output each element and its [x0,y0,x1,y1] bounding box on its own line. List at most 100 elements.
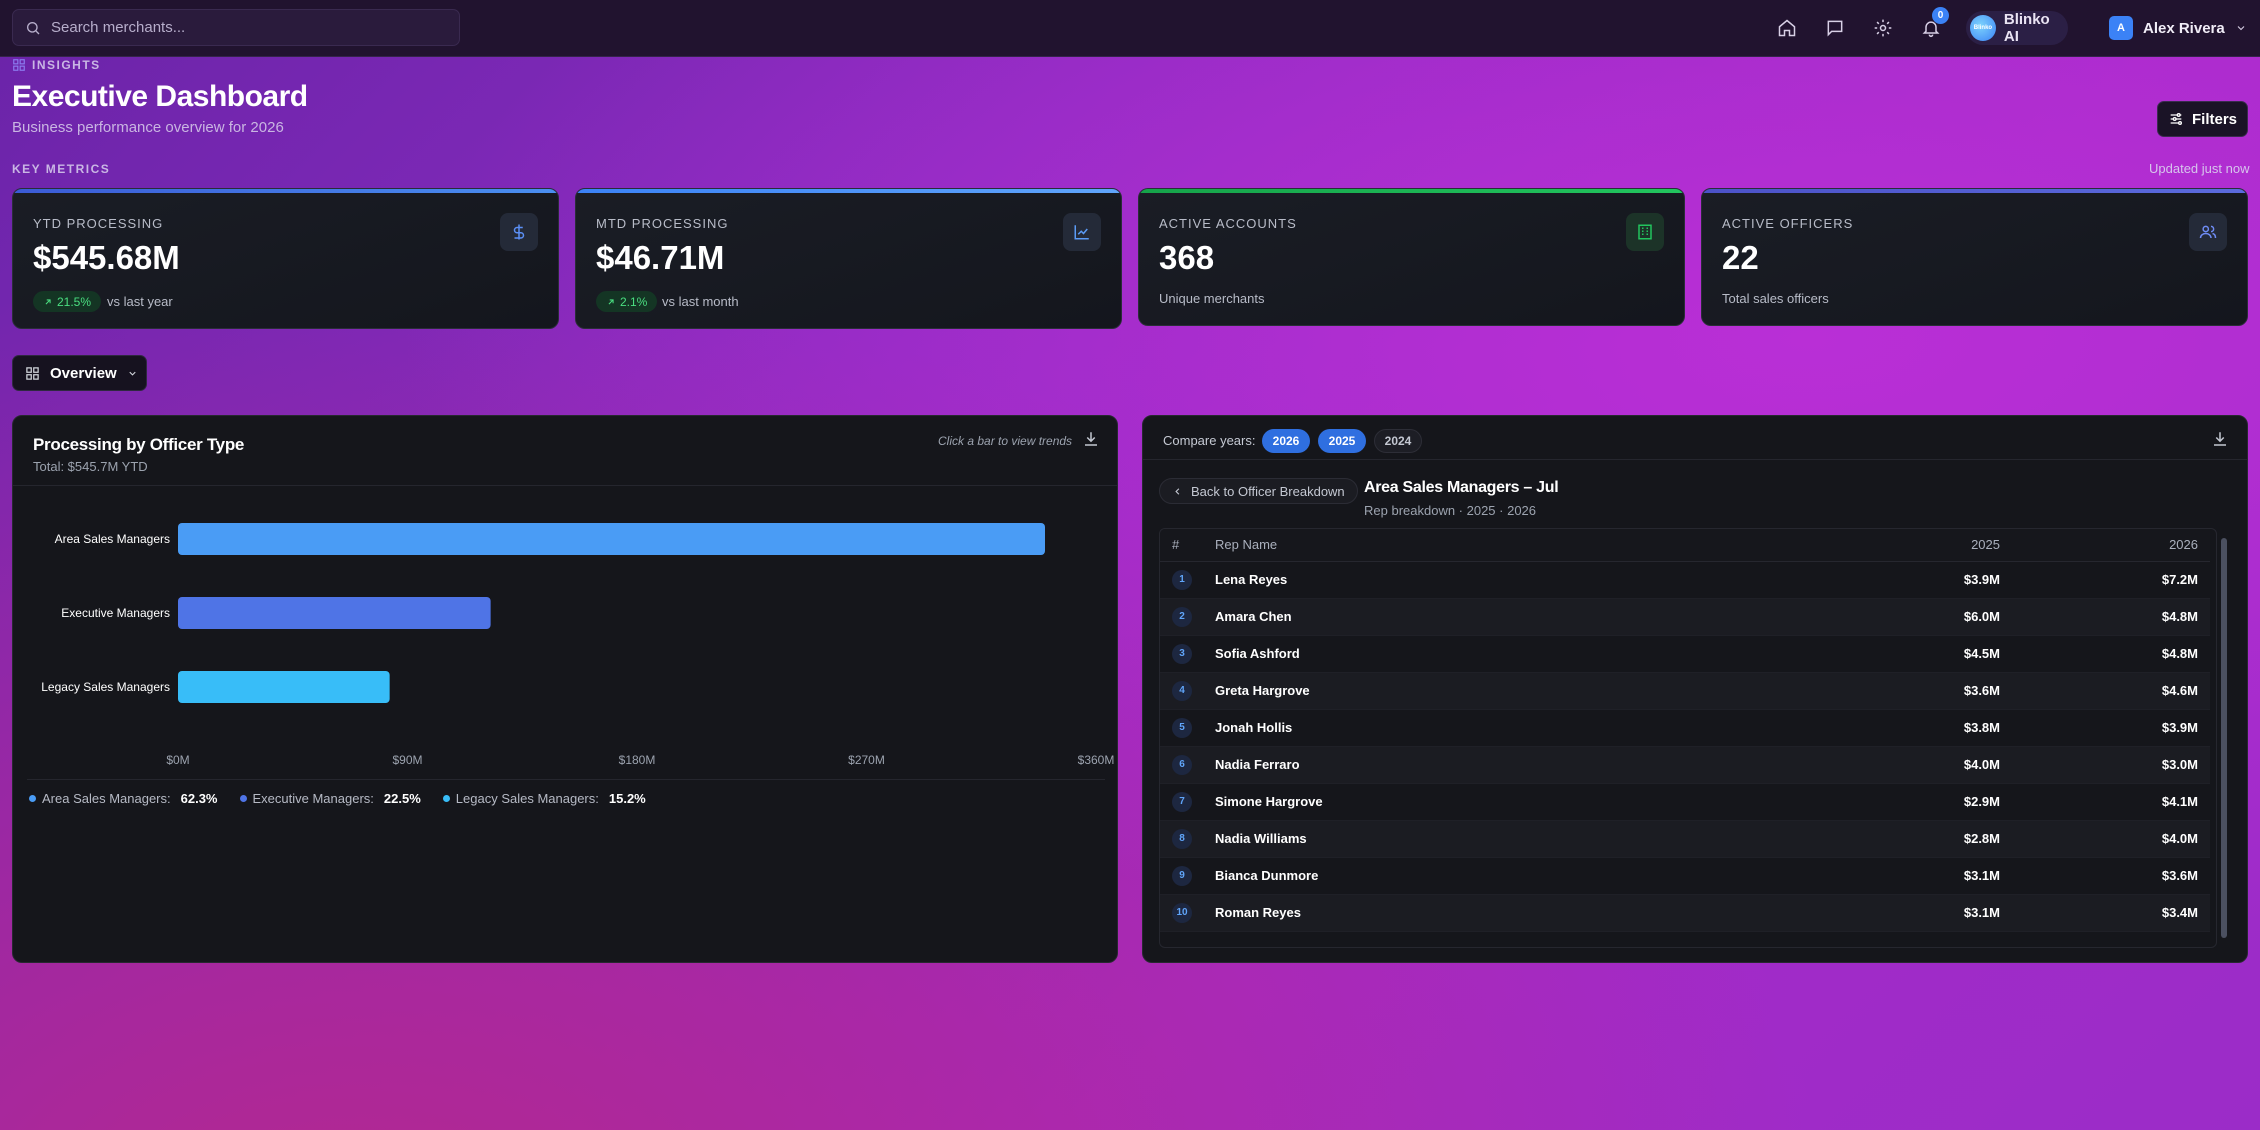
download-icon[interactable] [2211,430,2229,448]
user-menu[interactable]: A Alex Rivera [2109,16,2247,40]
metric-icon-box [1063,213,1101,251]
year-toggle-2024[interactable]: 2024 [1374,429,1422,453]
home-button[interactable] [1773,14,1801,42]
users-icon [2199,225,2217,239]
filters-button[interactable]: Filters [2157,101,2248,137]
category-label: Legacy Sales Managers [41,680,170,694]
chevron-down-icon [129,371,136,376]
line-chart-icon [1074,225,1089,240]
back-label: Back to Officer Breakdown [1191,483,1345,499]
back-to-breakdown-button[interactable]: Back to Officer Breakdown [1159,478,1358,504]
table-scrollbar[interactable] [2220,528,2229,948]
legend-name: Legacy Sales Managers: [455,791,599,806]
column-header-name: Rep Name [1215,529,1800,562]
column-header-rank: # [1160,529,1215,562]
rep-name-cell: Nadia Williams [1215,820,1800,858]
chevron-down-icon [2237,26,2245,31]
metric-value: $545.68M [33,239,180,276]
blinko-ai-button[interactable]: Blinko Blinko AI [1966,11,2068,45]
year-toggle-2026[interactable]: 2026 [1262,429,1310,453]
bar-chart: Area Sales Managers Executive Managers Leg… [41,523,1115,767]
table-row[interactable]: 2 Amara Chen $6.0M $4.8M [1160,598,2210,636]
bar-legacy-sales-managers[interactable] [178,671,390,703]
table-row[interactable]: 3 Sofia Ashford $4.5M $4.8M [1160,635,2210,673]
top-bar: 0 Blinko Blinko AI A Alex Rivera [0,0,2260,57]
legend-dot [239,795,247,802]
rep-name-cell: Lena Reyes [1215,561,1800,599]
chevron-left-icon [1175,487,1180,495]
rank-badge: 7 [1172,791,1192,812]
message-icon [1827,20,1843,37]
section-tag: INSIGHTS [12,58,101,72]
category-label: Area Sales Managers [55,532,170,546]
metric-label: YTD PROCESSING [33,216,164,231]
legend-name: Executive Managers: [252,791,374,806]
rank-cell: 6 [1160,746,1215,784]
table-row[interactable]: 9 Bianca Dunmore $3.1M $3.6M [1160,857,2210,895]
chart-hint: Click a bar to view trends [938,434,1073,448]
rank-cell: 1 [1160,561,1215,599]
view-selector[interactable]: Overview [12,355,147,391]
table-row[interactable]: 7 Simone Hargrove $2.9M $4.1M [1160,783,2210,821]
value-2025-cell: $4.0M [1800,746,2000,784]
rep-name-cell: Jonah Hollis [1215,709,1800,747]
legend-value: 22.5% [383,791,421,806]
metric-icon-box [500,213,538,251]
settings-button[interactable] [1869,14,1897,42]
breakdown-subtitle: Rep breakdown · 2025 · 2026 [1364,503,1537,518]
metric-card-officers: ACTIVE OFFICERS 22 Total sales officers [1701,188,2248,326]
x-tick-label: $360M [1078,753,1115,767]
scrollbar-thumb[interactable] [2221,538,2227,938]
rank-badge: 2 [1172,606,1192,627]
table-row[interactable]: 1 Lena Reyes $3.9M $7.2M [1160,561,2210,599]
legend-name: Area Sales Managers: [42,791,171,806]
change-chip: 21.5% [33,291,102,312]
rank-cell: 3 [1160,635,1215,673]
officer-type-chart-panel: Processing by Officer Type Total: $545.7… [12,415,1118,963]
rank-cell: 2 [1160,598,1215,636]
value-2026-cell: $3.6M [2000,857,2210,895]
notifications-button[interactable]: 0 [1917,7,1949,42]
rank-badge: 1 [1172,569,1192,590]
filters-label: Filters [2191,110,2237,128]
rep-table-container[interactable]: # Rep Name 2025 2026 1 Lena Reyes $3.9M $7.… [1159,528,2217,948]
messages-button[interactable] [1821,14,1849,42]
download-icon[interactable] [1082,430,1100,448]
search-box[interactable] [12,9,460,46]
key-metrics-label: KEY METRICS [12,162,111,176]
rank-badge: 6 [1172,754,1192,775]
metric-label: MTD PROCESSING [596,216,729,231]
bar-area-sales-managers[interactable] [178,523,1045,555]
value-2025-cell: $2.8M [1800,820,2000,858]
home-icon [1778,19,1796,37]
avatar: A [2109,16,2133,40]
metric-card-mtd: MTD PROCESSING $46.71M 2.1% vs last mont… [575,188,1122,329]
x-tick-label: $0M [166,753,189,767]
rank-cell: 5 [1160,709,1215,747]
table-row[interactable]: 6 Nadia Ferraro $4.0M $3.0M [1160,746,2210,784]
metric-accent-bar [1702,189,2247,193]
dollar-icon [513,224,525,240]
user-name: Alex Rivera [2143,19,2225,37]
rep-name-cell: Nadia Ferraro [1215,746,1800,784]
legend-value: 15.2% [608,791,646,806]
column-header-2025: 2025 [1800,529,2000,562]
rep-name-cell: Bianca Dunmore [1215,857,1800,895]
rank-badge: 8 [1172,828,1192,849]
x-tick-label: $180M [619,753,656,767]
bar-executive-managers[interactable] [178,597,491,629]
metric-compare: vs last month [662,294,739,309]
rank-cell: 4 [1160,672,1215,710]
table-row[interactable]: 5 Jonah Hollis $3.8M $3.9M [1160,709,2210,747]
year-toggle-2025[interactable]: 2025 [1318,429,1366,453]
rank-badge: 10 [1172,902,1192,923]
chart-subtitle: Total: $545.7M YTD [33,459,148,474]
value-2026-cell: $3.9M [2000,709,2210,747]
table-row[interactable]: 10 Roman Reyes $3.1M $3.4M [1160,894,2210,932]
search-input[interactable] [51,19,431,36]
table-row[interactable]: 4 Greta Hargrove $3.6M $4.6M [1160,672,2210,710]
rep-name-cell: Greta Hargrove [1215,672,1800,710]
legend-item: Area Sales Managers: 62.3% [29,791,218,806]
table-row[interactable]: 8 Nadia Williams $2.8M $4.0M [1160,820,2210,858]
arrow-up-right-icon [608,298,614,304]
